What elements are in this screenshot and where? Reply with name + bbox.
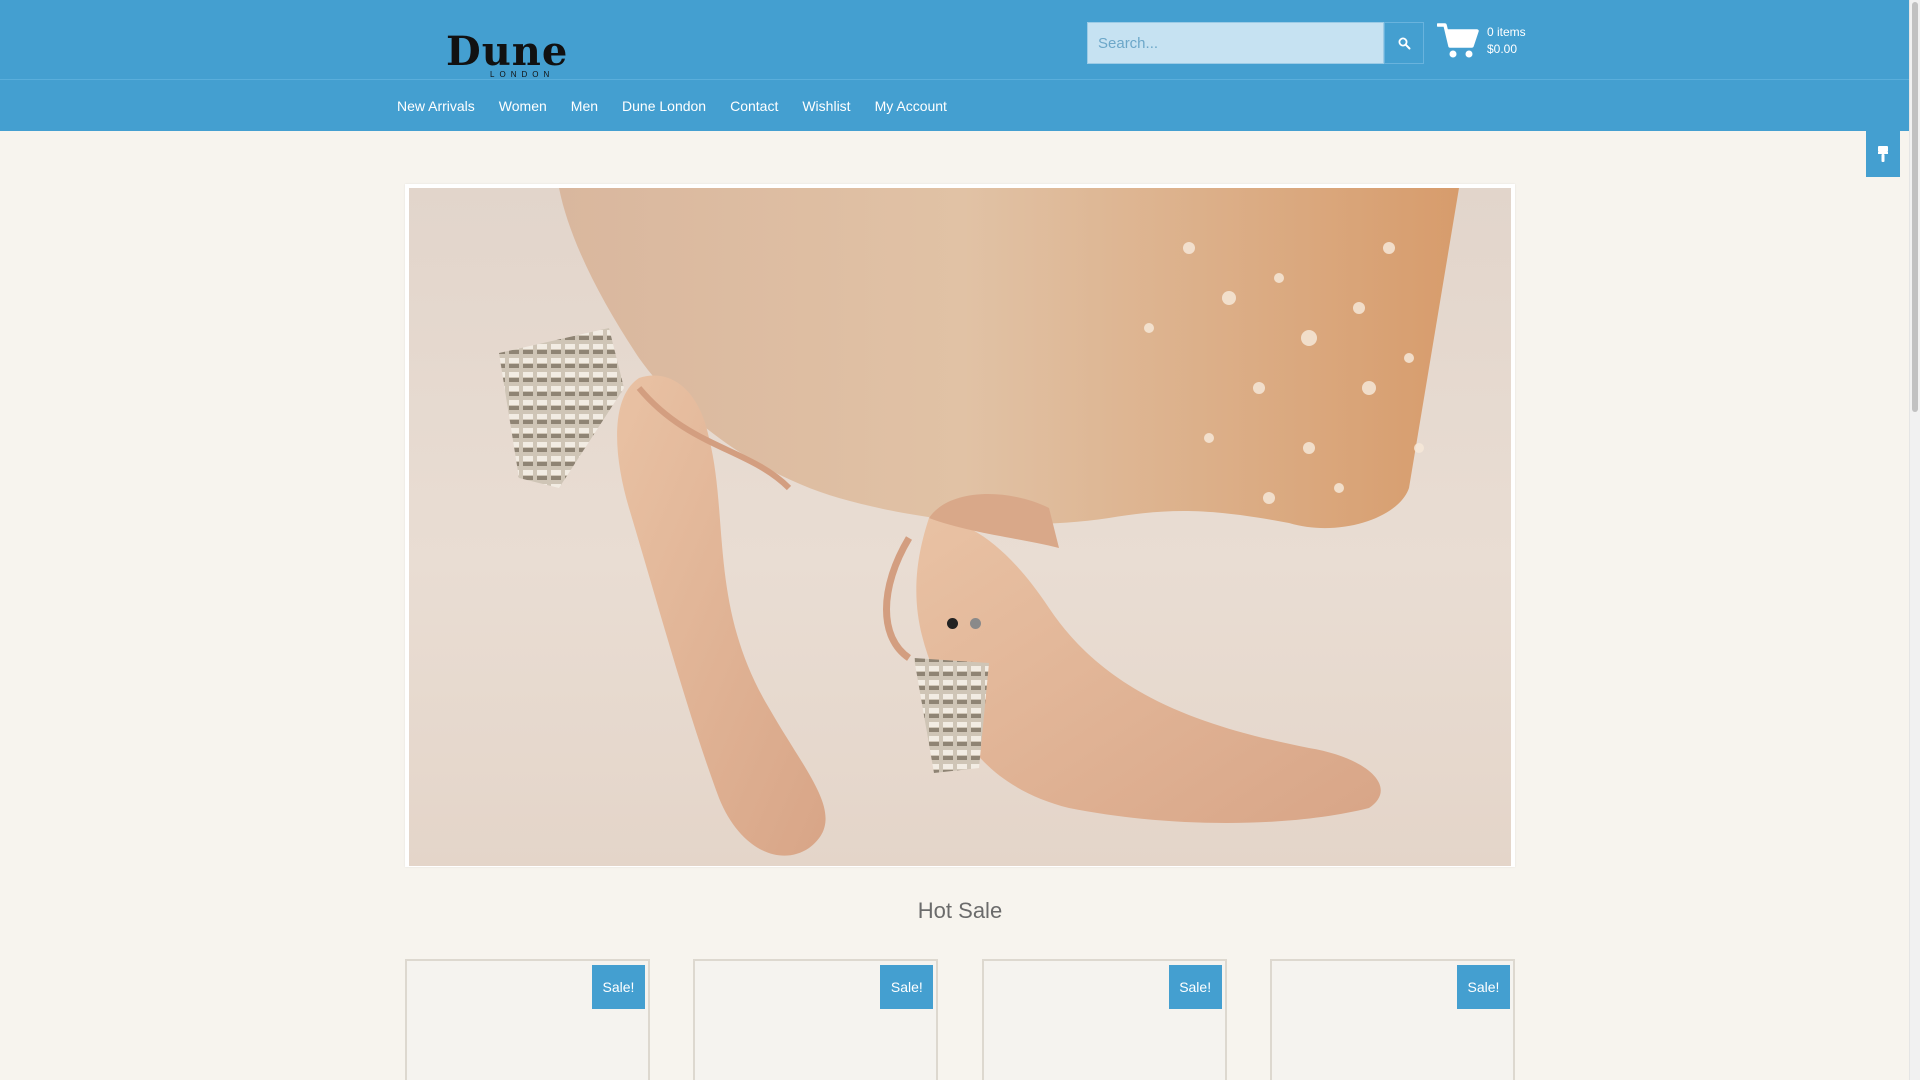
nav-item-new-arrivals[interactable]: New Arrivals (397, 98, 475, 114)
main-nav: New Arrivals Women Men Dune London Conta… (397, 80, 971, 131)
hero-slide-image[interactable] (409, 188, 1511, 866)
section-title-hot-sale: Hot Sale (917, 898, 1003, 923)
nav-item-dune-london[interactable]: Dune London (622, 98, 706, 114)
header-top-bar: Dune LONDON 0 items $0.00 (0, 0, 1909, 79)
hero-shoes-illustration (499, 188, 1459, 856)
nav-item-my-account[interactable]: My Account (875, 98, 947, 114)
shopping-cart-icon (1437, 23, 1479, 58)
brand-logo[interactable]: Dune LONDON (446, 28, 569, 80)
site-header: Dune LONDON 0 items $0.00 New Arriva (0, 0, 1909, 131)
scrollbar-thumb[interactable] (1912, 2, 1918, 412)
product-card[interactable]: Sale! (693, 959, 939, 1080)
nav-item-wishlist[interactable]: Wishlist (802, 98, 850, 114)
slider-dot-2[interactable] (970, 618, 981, 629)
cart-widget[interactable]: 0 items $0.00 (1437, 22, 1526, 60)
product-grid: Sale! Sale! Sale! Sale! (405, 959, 1515, 1080)
cart-total: $0.00 (1487, 42, 1518, 56)
nav-item-men[interactable]: Men (571, 98, 598, 114)
sale-badge: Sale! (1168, 965, 1222, 1009)
sale-badge: Sale! (880, 965, 934, 1009)
paint-brush-icon (1878, 146, 1888, 162)
product-card[interactable]: Sale! (405, 959, 650, 1080)
cart-item-count: 0 items (1487, 25, 1526, 39)
sale-badge: Sale! (592, 965, 645, 1009)
brand-logo-wordmark: Dune (446, 28, 569, 75)
search-button[interactable] (1384, 22, 1424, 64)
style-switcher-tab[interactable] (1866, 131, 1900, 177)
product-card[interactable]: Sale! (1269, 959, 1515, 1080)
search-input[interactable] (1087, 22, 1384, 64)
cart-summary: 0 items $0.00 (1487, 24, 1526, 58)
slider-pagination (947, 618, 993, 629)
product-card[interactable]: Sale! (981, 959, 1227, 1080)
nav-item-contact[interactable]: Contact (730, 98, 778, 114)
nav-item-women[interactable]: Women (499, 98, 547, 114)
hero-slider (405, 184, 1515, 867)
slider-dot-1[interactable] (947, 618, 958, 629)
sale-badge: Sale! (1456, 965, 1510, 1009)
search-icon (1398, 37, 1410, 49)
